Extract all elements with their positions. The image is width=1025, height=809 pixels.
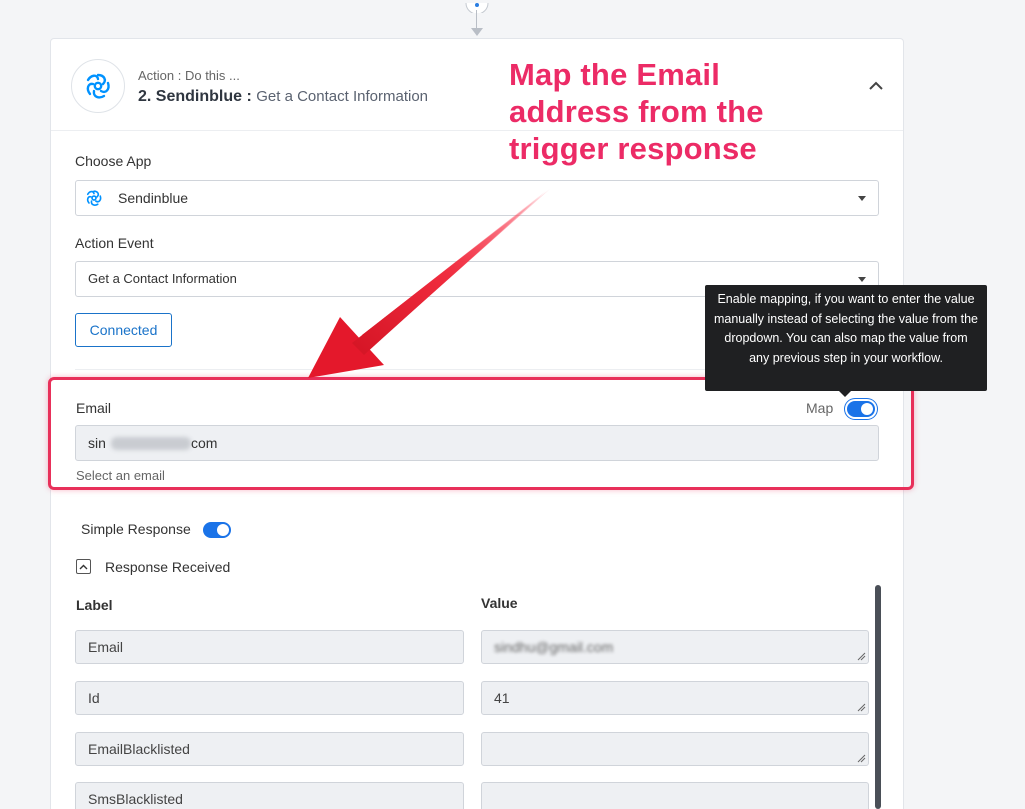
resize-handle-icon[interactable] [857,652,866,661]
response-received-label: Response Received [105,559,231,575]
add-step-connector[interactable] [465,0,489,15]
label-column-header: Label [76,597,113,613]
card-header[interactable]: Action : Do this ... 2. Sendinblue : Get… [51,39,903,131]
simple-response-label: Simple Response [81,521,191,537]
choose-app-label: Choose App [75,153,152,169]
table-row-value[interactable] [481,732,869,766]
table-row-value[interactable] [481,782,869,809]
choose-app-value: Sendinblue [118,190,189,206]
resize-handle-icon[interactable] [857,703,866,712]
step-title: 2. Sendinblue : Get a Contact Informatio… [138,88,428,106]
connector-line [476,10,477,30]
table-row-label: EmailBlacklisted [75,732,464,766]
scrollbar[interactable] [875,585,881,809]
annotation-arrow-icon [308,189,550,378]
tooltip-tail [838,390,852,397]
step-event-name: Get a Contact Information [256,88,429,105]
connector-arrow-icon [471,28,483,36]
map-tooltip: Enable mapping, if you want to enter the… [705,285,987,391]
simple-response-toggle[interactable] [203,522,231,538]
action-event-label: Action Event [75,235,154,251]
action-event-value: Get a Contact Information [88,271,237,286]
step-subtitle: Action : Do this ... [138,68,240,83]
table-row-value[interactable]: sindhu@gmail.com [481,630,869,664]
resize-handle-icon[interactable] [857,754,866,763]
table-row-label: Email [75,630,464,664]
table-row-label: Id [75,681,464,715]
sendinblue-small-icon [84,188,104,213]
collapse-response-icon[interactable] [76,559,91,574]
annotation-text: Map the Email address from the trigger r… [509,57,764,166]
table-row-label: SmsBlacklisted [75,782,464,809]
chevron-up-icon[interactable] [867,77,885,95]
sendinblue-logo-icon [71,59,125,113]
caret-down-icon [858,196,866,201]
table-row-value[interactable]: 41 [481,681,869,715]
connected-button[interactable]: Connected [75,313,172,347]
caret-down-icon [858,277,866,282]
annotation-highlight-box [48,377,914,490]
step-app-name: 2. Sendinblue : [138,88,252,105]
value-column-header: Value [481,595,518,611]
